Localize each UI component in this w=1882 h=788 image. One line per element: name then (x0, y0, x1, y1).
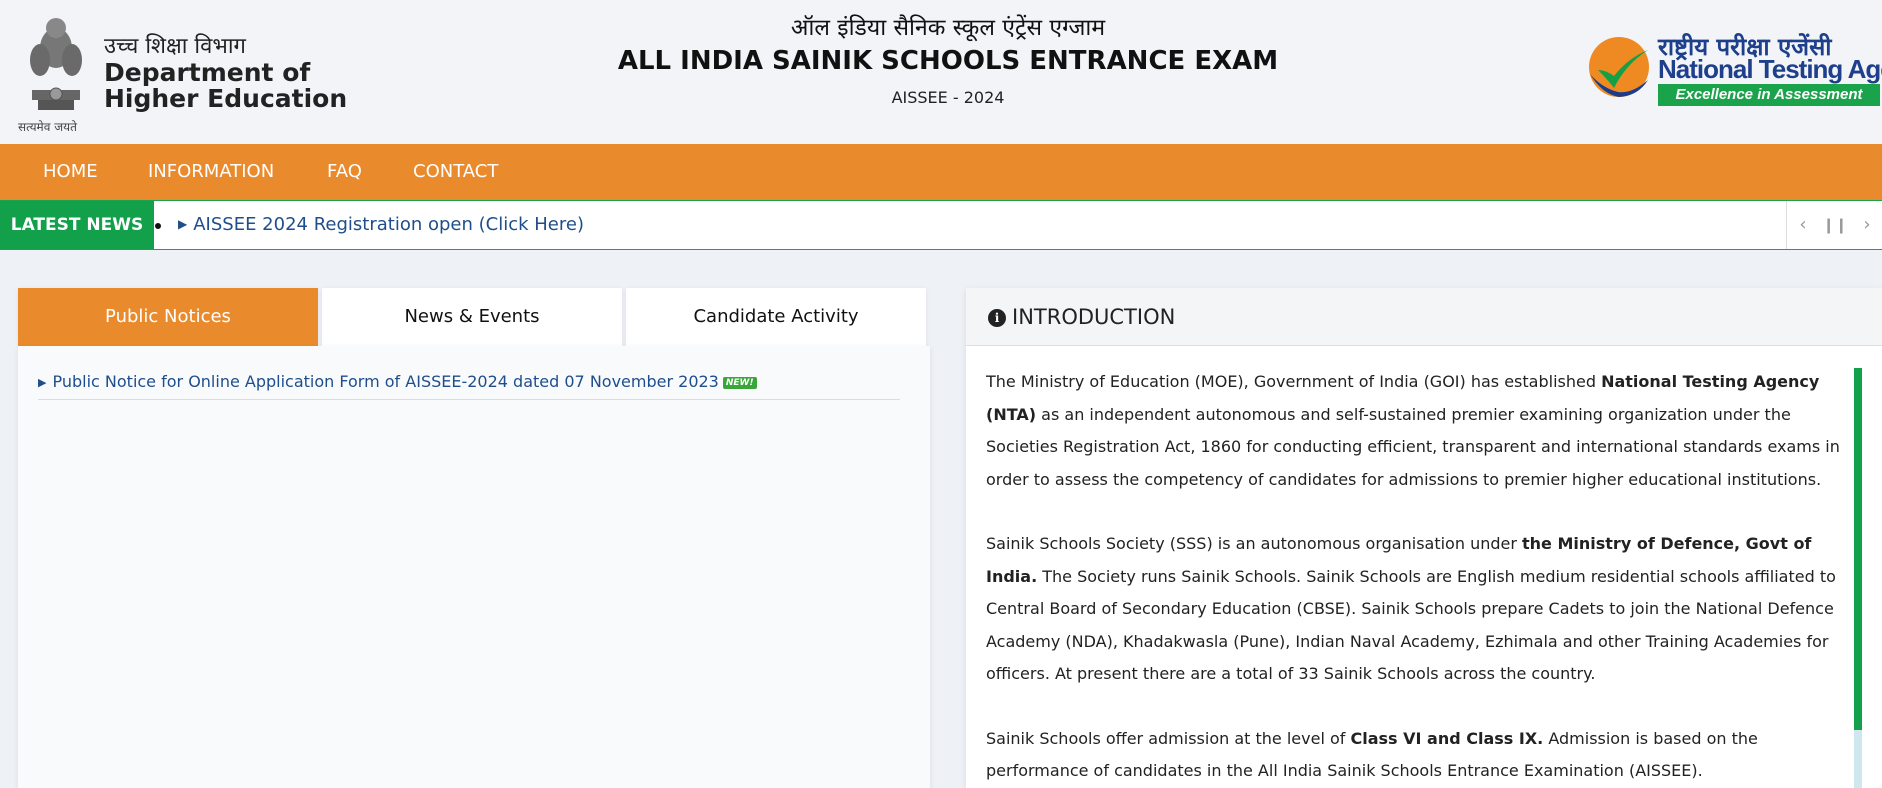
introduction-title: INTRODUCTION (1012, 305, 1176, 329)
tab-public-notices[interactable]: Public Notices (18, 288, 318, 346)
introduction-header: i INTRODUCTION (966, 288, 1882, 346)
tab-news-events[interactable]: News & Events (322, 288, 622, 346)
intro-text: Sainik Schools Society (SSS) is an auton… (986, 534, 1523, 553)
nta-check-icon (1589, 37, 1649, 97)
nta-name: National Testing Agency (1658, 54, 1882, 84)
next-icon[interactable]: › (1851, 201, 1882, 249)
caret-right-icon: ▶ (38, 376, 47, 389)
nav-contact[interactable]: CONTACT (413, 144, 498, 200)
scrollbar-thumb[interactable] (1854, 368, 1862, 730)
nav-information[interactable]: INFORMATION (148, 144, 274, 200)
nta-logo: राष्ट्रीय परीक्षा एजेंसी National Testin… (1588, 30, 1882, 110)
intro-text: The Society runs Sainik Schools. Sainik … (986, 566, 1836, 684)
latest-news-ticker: LATEST NEWS ▶ AISSEE 2024 Registration op… (0, 200, 1882, 250)
nav-faq[interactable]: FAQ (327, 144, 362, 200)
latest-news-label: LATEST NEWS (0, 201, 154, 249)
intro-paragraph: Sainik Schools Society (SSS) is an auton… (986, 528, 1846, 691)
intro-text: The Ministry of Education (MOE), Governm… (986, 372, 1602, 391)
emblem-motto: सत्यमेव जयते (18, 120, 77, 134)
intro-paragraph: Sainik Schools offer admission at the le… (986, 723, 1846, 788)
pause-icon[interactable]: ❙❙ (1819, 201, 1851, 249)
new-badge: NEW! (722, 377, 757, 389)
main-navbar: HOME INFORMATION FAQ CONTACT (0, 144, 1882, 200)
introduction-body: The Ministry of Education (MOE), Governm… (986, 366, 1846, 788)
news-item-link[interactable]: ▶ AISSEE 2024 Registration open (Click He… (178, 201, 584, 250)
site-header: सत्यमेव जयते उच्च शिक्षा विभाग Departmen… (0, 0, 1882, 144)
ticker-controls: ‹ ❙❙ › (1786, 201, 1882, 249)
notices-panel: ▶ Public Notice for Online Application Fo… (18, 346, 930, 788)
notice-text: Public Notice for Online Application For… (52, 372, 719, 391)
info-circle-icon: i (988, 309, 1006, 327)
intro-text: Sainik Schools offer admission at the le… (986, 728, 1351, 748)
intro-bold-text: Class VI and Class IX. (1350, 728, 1544, 748)
intro-paragraph: The Ministry of Education (MOE), Governm… (986, 366, 1846, 496)
prev-icon[interactable]: ‹ (1787, 201, 1819, 249)
notice-item[interactable]: ▶ Public Notice for Online Application Fo… (38, 372, 900, 400)
tab-candidate-activity[interactable]: Candidate Activity (626, 288, 926, 346)
nav-home[interactable]: HOME (43, 144, 98, 200)
news-item-text: AISSEE 2024 Registration open (Click Her… (193, 214, 584, 235)
intro-text: as an independent autonomous and self-su… (986, 404, 1840, 489)
bullet-icon (155, 223, 161, 229)
caret-right-icon: ▶ (178, 217, 188, 231)
nta-tagline: Excellence in Assessment (1658, 84, 1880, 106)
introduction-panel: i INTRODUCTION The Ministry of Education… (966, 288, 1882, 788)
